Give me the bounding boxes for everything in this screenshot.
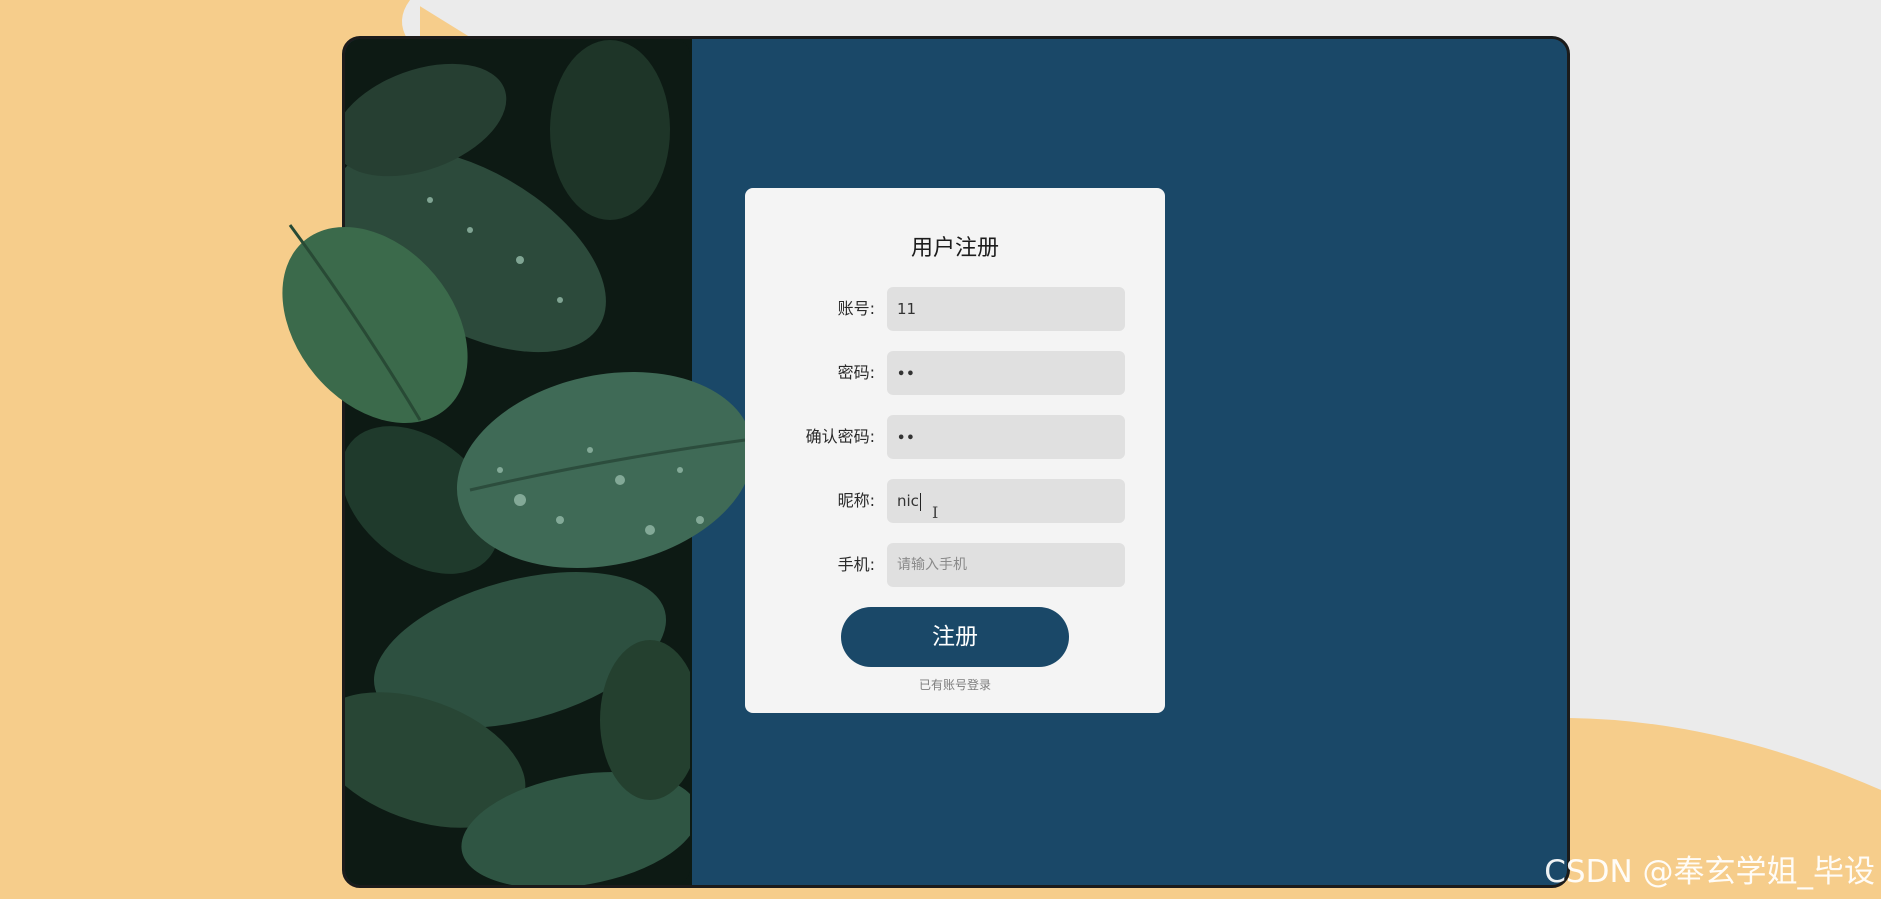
text-caret [919, 492, 921, 511]
confirm-password-value: •• [897, 431, 916, 446]
nickname-value: nic [897, 492, 919, 510]
account-input[interactable]: 11 [887, 287, 1125, 331]
nickname-label: 昵称: [837, 491, 875, 510]
watermark: CSDN @奉玄学姐_毕设 [1544, 854, 1875, 890]
confirm-password-row: 确认密码: •• [745, 415, 1165, 459]
nickname-row: 昵称: nic I [745, 479, 1165, 523]
confirm-password-input[interactable]: •• [887, 415, 1125, 459]
password-input[interactable]: •• [887, 351, 1125, 395]
account-label: 账号: [837, 299, 875, 318]
password-label: 密码: [837, 363, 875, 382]
phone-row: 手机: 请输入手机 [745, 543, 1165, 587]
phone-placeholder: 请输入手机 [897, 557, 967, 573]
register-form-card: 用户注册 账号: 11 密码: •• 确认密码: •• 昵称: nic I 手机… [745, 188, 1165, 713]
form-title: 用户注册 [910, 236, 999, 261]
login-link[interactable]: 已有账号登录 [745, 676, 1165, 693]
nickname-input[interactable]: nic I [887, 479, 1125, 523]
confirm-password-label: 确认密码: [805, 427, 875, 446]
text-ibeam-cursor-icon: I [932, 503, 939, 522]
leaf-photo [345, 39, 692, 885]
password-value: •• [897, 367, 916, 382]
password-row: 密码: •• [745, 351, 1165, 395]
phone-label: 手机: [837, 555, 875, 574]
account-value: 11 [897, 300, 917, 318]
register-button[interactable]: 注册 [841, 607, 1069, 667]
phone-input[interactable]: 请输入手机 [887, 543, 1125, 587]
account-row: 账号: 11 [745, 287, 1165, 331]
